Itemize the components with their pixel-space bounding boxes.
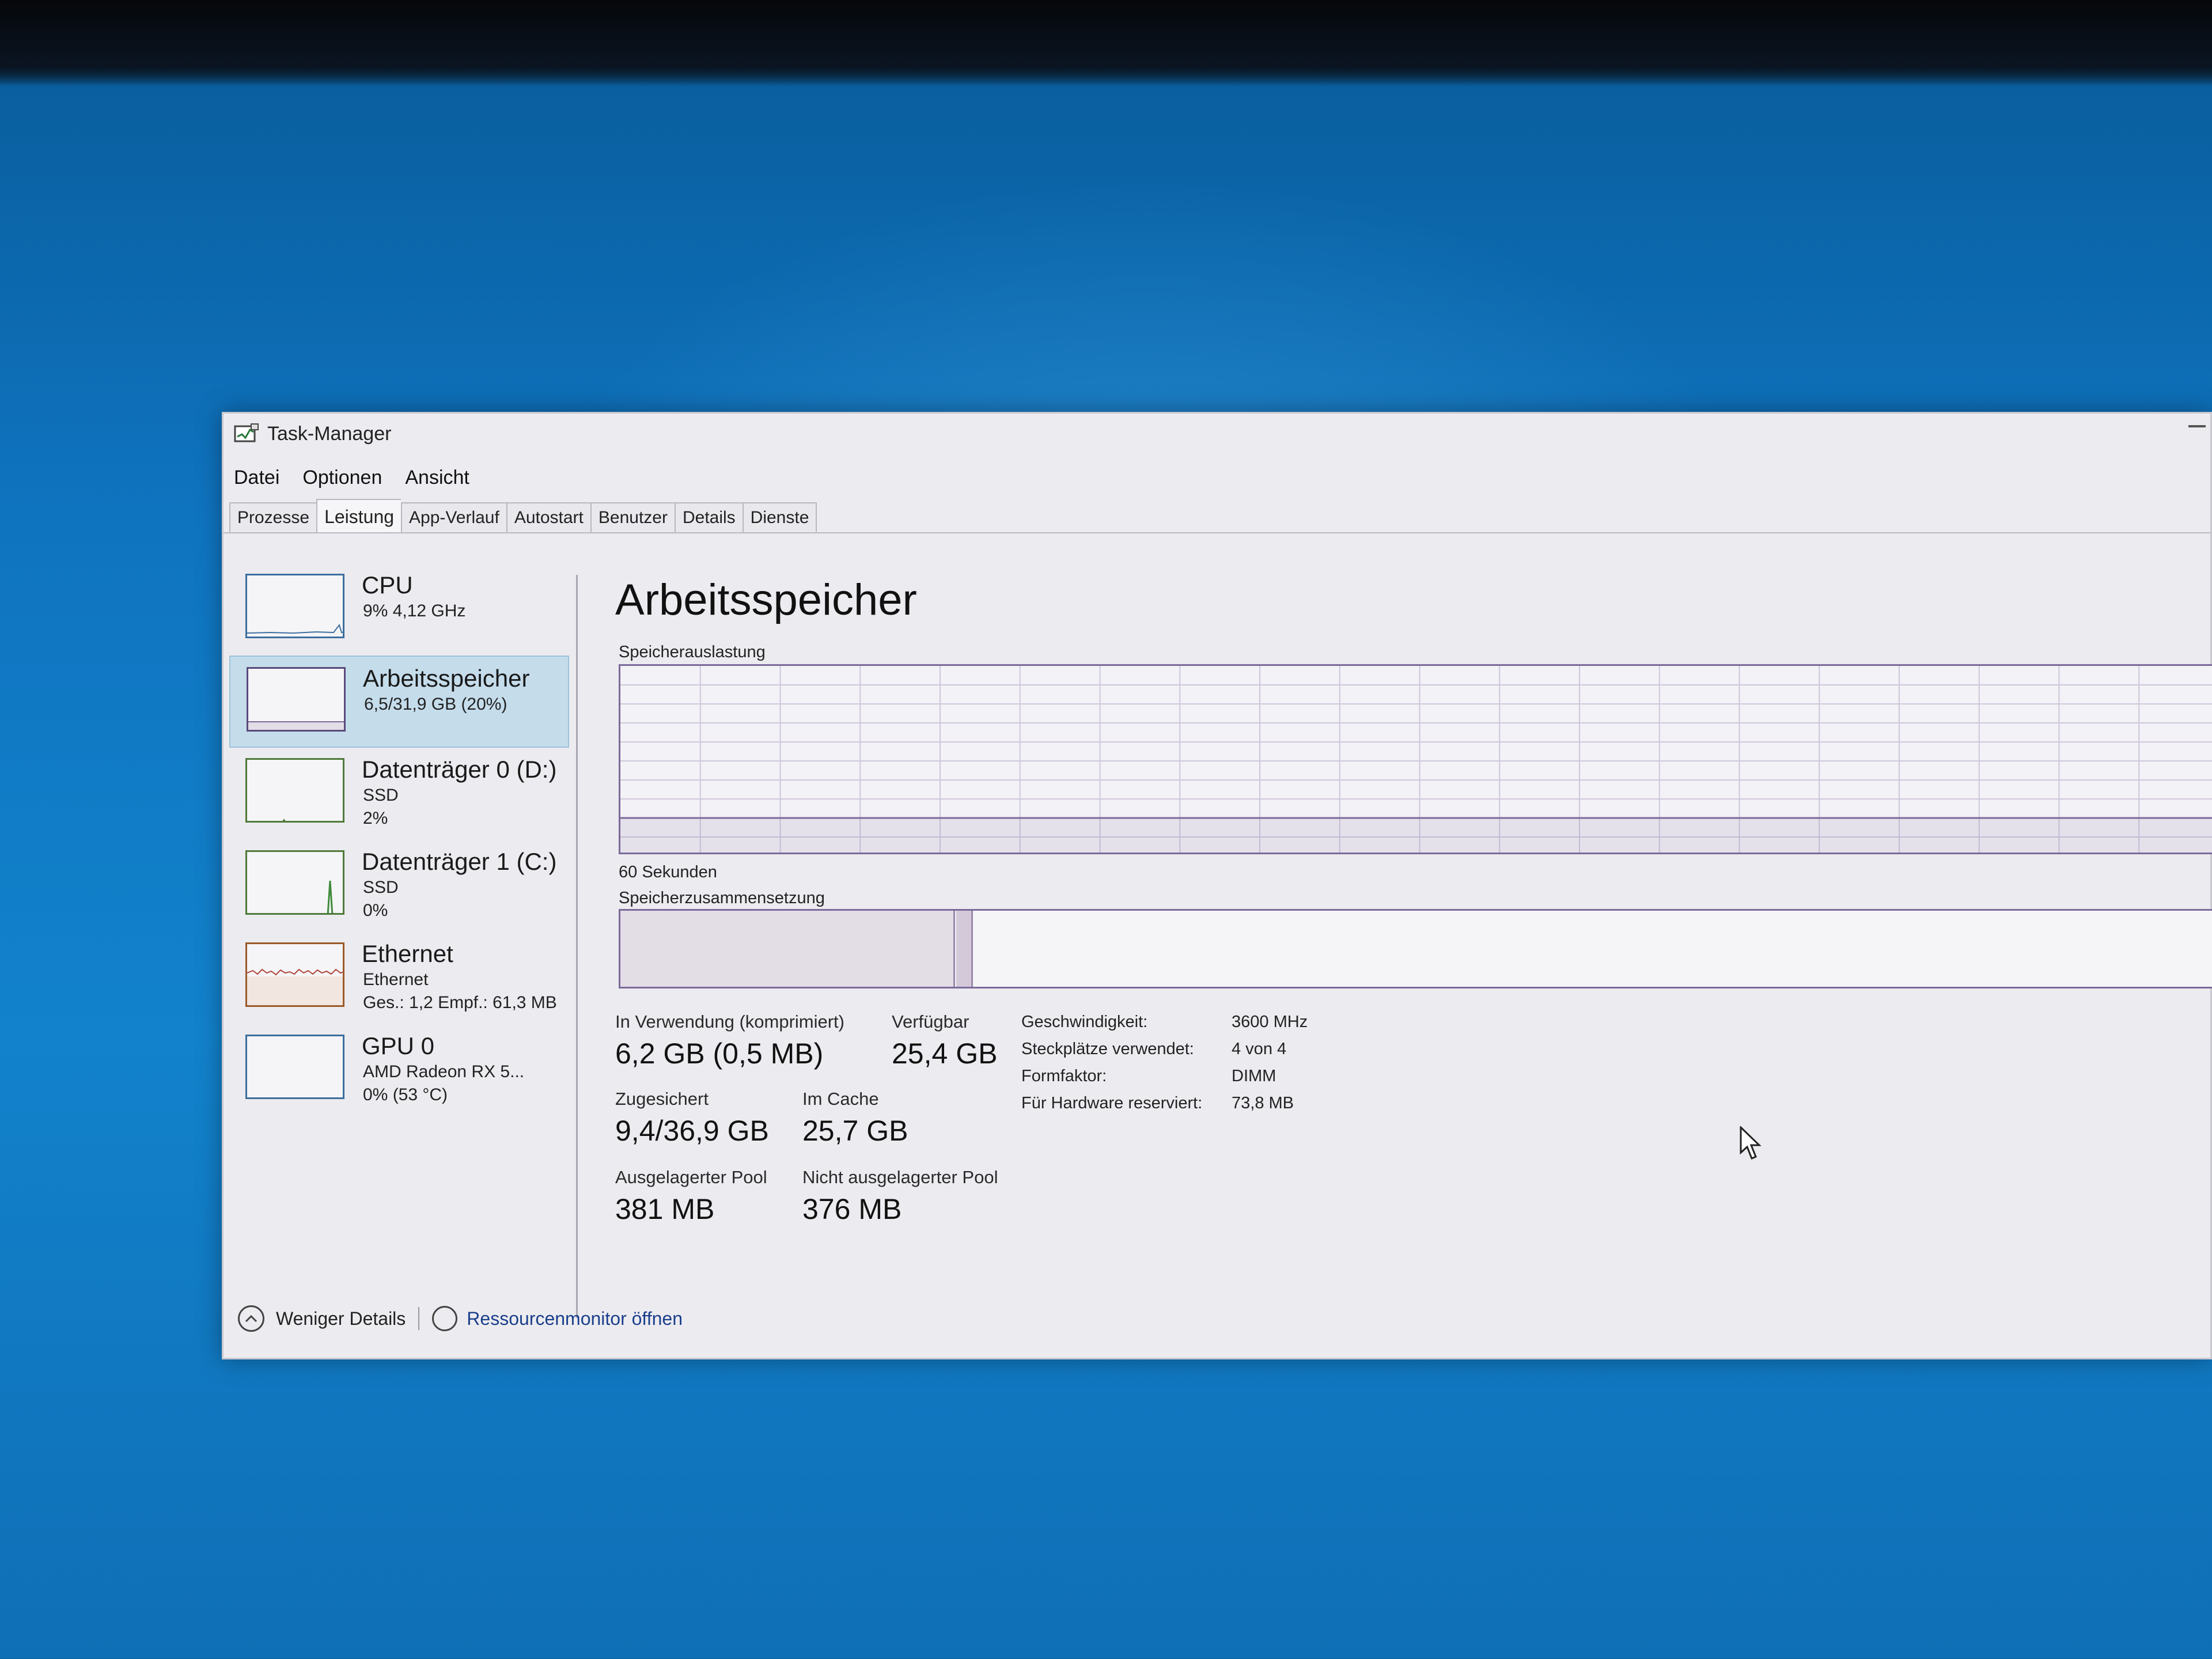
in-use-label: In Verwendung (komprimiert) (615, 1012, 844, 1032)
sidebar-item-detail: SSD (363, 786, 399, 805)
tab-app-verlauf[interactable]: App-Verlauf (401, 502, 506, 533)
sidebar-item-detail-2: Ges.: 1,2 Empf.: 61,3 MB (363, 993, 557, 1012)
title-bar[interactable]: Task-Manager (224, 414, 2210, 454)
composition-in-use-segment (620, 911, 955, 987)
window-title: Task-Manager (267, 422, 392, 445)
sidebar-item-memory[interactable]: Arbeitsspeicher 6,5/31,9 GB (20%) (229, 656, 569, 748)
sidebar-item-label: GPU 0 (362, 1032, 435, 1059)
menu-ansicht[interactable]: Ansicht (405, 467, 469, 489)
speed-label: Geschwindigkeit: (1021, 1013, 1148, 1031)
sidebar-item-detail: 6,5/31,9 GB (20%) (364, 695, 507, 714)
sidebar-item-cpu[interactable]: CPU 9% 4,12 GHz (229, 563, 569, 656)
cached-label: Im Cache (802, 1089, 879, 1109)
disk1-thumbnail-graph (245, 850, 344, 915)
tab-autostart[interactable]: Autostart (506, 502, 590, 533)
tab-dienste[interactable]: Dienste (742, 502, 817, 533)
tab-benutzer[interactable]: Benutzer (590, 502, 675, 533)
committed-label: Zugesichert (615, 1089, 709, 1109)
sidebar-item-detail: Ethernet (363, 970, 429, 989)
minimize-icon[interactable] (2188, 425, 2206, 427)
ethernet-thumbnail-graph (245, 942, 344, 1007)
cpu-thumbnail-graph (245, 574, 344, 638)
footer-separator (418, 1307, 420, 1330)
sidebar-item-label: Ethernet (362, 940, 453, 967)
slots-value: 4 von 4 (1232, 1040, 1287, 1058)
sidebar-item-detail-2: 0% (53 °C) (363, 1085, 448, 1104)
slots-label: Steckplätze verwendet: (1021, 1040, 1194, 1058)
sidebar-item-detail: 9% 4,12 GHz (363, 601, 466, 620)
performance-sidebar: CPU 9% 4,12 GHz Arbeitsspeicher 6,5/31,9… (229, 563, 569, 1116)
sidebar-divider (576, 575, 578, 1318)
menu-optionen[interactable]: Optionen (302, 467, 382, 489)
available-value: 25,4 GB (892, 1037, 998, 1070)
less-details-button[interactable]: Weniger Details (276, 1308, 406, 1330)
page-title: Arbeitsspeicher (615, 575, 917, 624)
task-manager-icon (234, 423, 259, 442)
tab-details[interactable]: Details (674, 502, 743, 533)
nonpaged-pool-value: 376 MB (802, 1193, 902, 1225)
disk0-thumbnail-graph (245, 758, 344, 823)
sidebar-item-disk-0[interactable]: Datenträger 0 (D:) SSD 2% (229, 748, 569, 840)
gpu-thumbnail-graph (245, 1035, 344, 1099)
memory-composition-bar (619, 909, 2212, 988)
form-factor-value: DIMM (1232, 1067, 1277, 1085)
sidebar-item-ethernet[interactable]: Ethernet Ethernet Ges.: 1,2 Empf.: 61,3 … (229, 932, 569, 1024)
speed-value: 3600 MHz (1232, 1013, 1308, 1031)
mouse-cursor-icon (1740, 1126, 1762, 1160)
paged-pool-label: Ausgelagerter Pool (615, 1167, 767, 1187)
paged-pool-value: 381 MB (615, 1193, 715, 1225)
tab-divider (224, 532, 2210, 533)
committed-value: 9,4/36,9 GB (615, 1115, 769, 1147)
sidebar-item-disk-1[interactable]: Datenträger 1 (C:) SSD 0% (229, 840, 569, 932)
sidebar-item-detail: SSD (363, 878, 399, 897)
cached-value: 25,7 GB (802, 1115, 908, 1147)
hardware-reserved-value: 73,8 MB (1232, 1094, 1294, 1112)
tab-strip: Prozesse Leistung App-Verlauf Autostart … (229, 499, 817, 533)
monitor-bezel (0, 0, 2212, 86)
resource-monitor-icon (432, 1306, 458, 1331)
menu-bar: Datei Optionen Ansicht (234, 467, 469, 489)
sidebar-item-label: Datenträger 0 (D:) (362, 756, 557, 783)
sidebar-item-detail-2: 0% (363, 901, 388, 920)
time-span-label: 60 Sekunden (619, 863, 717, 881)
available-label: Verfügbar (892, 1012, 969, 1032)
sidebar-item-label: CPU (362, 571, 413, 599)
task-manager-window: Task-Manager Datei Optionen Ansicht Proz… (222, 412, 2212, 1359)
in-use-value: 6,2 GB (0,5 MB) (615, 1037, 824, 1070)
chevron-up-icon[interactable] (238, 1305, 264, 1332)
memory-usage-graph (619, 664, 2212, 854)
sidebar-item-label: Datenträger 1 (C:) (362, 848, 557, 875)
tab-leistung[interactable]: Leistung (316, 499, 402, 533)
nonpaged-pool-label: Nicht ausgelagerter Pool (802, 1167, 998, 1187)
usage-fill-area (620, 818, 2212, 853)
footer-bar: Weniger Details Ressourcenmonitor öffnen (238, 1305, 683, 1332)
sidebar-item-gpu[interactable]: GPU 0 AMD Radeon RX 5... 0% (53 °C) (229, 1024, 569, 1116)
menu-datei[interactable]: Datei (234, 467, 279, 489)
sidebar-item-detail: AMD Radeon RX 5... (363, 1062, 525, 1081)
hardware-reserved-label: Für Hardware reserviert: (1021, 1094, 1203, 1112)
composition-modified-segment (956, 911, 973, 987)
memory-thumbnail-graph (247, 667, 346, 732)
sidebar-item-detail-2: 2% (363, 809, 388, 828)
usage-graph-label: Speicherauslastung (619, 643, 766, 661)
sidebar-item-label: Arbeitsspeicher (363, 665, 530, 692)
resource-monitor-link[interactable]: Ressourcenmonitor öffnen (467, 1308, 683, 1330)
composition-label: Speicherzusammensetzung (619, 889, 825, 907)
tab-prozesse[interactable]: Prozesse (229, 502, 317, 533)
form-factor-label: Formfaktor: (1021, 1067, 1107, 1085)
